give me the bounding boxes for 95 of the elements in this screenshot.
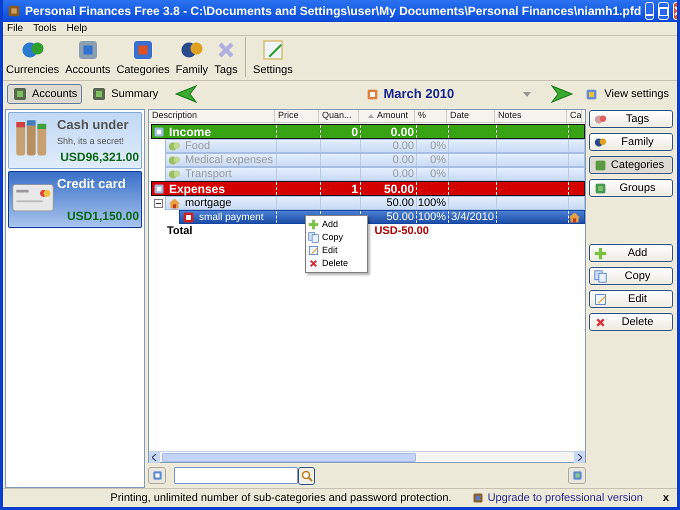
sidebar-button[interactable]: Add — [589, 244, 673, 262]
hide-panel-icon[interactable] — [568, 467, 586, 484]
toolbar-button[interactable]: Family — [172, 38, 212, 78]
period-label: March 2010 — [383, 85, 454, 104]
column-header[interactable]: Quan... — [319, 110, 359, 122]
collapse-icon[interactable] — [154, 198, 162, 208]
category-label: Transport — [185, 166, 232, 182]
category-label: Medical expenses — [185, 152, 274, 168]
toolbar-button[interactable]: Settings — [250, 38, 296, 78]
category-label: mortgage — [185, 196, 232, 211]
sidebar-button[interactable]: Family — [589, 133, 673, 151]
sidebar-button[interactable]: Tags — [589, 110, 673, 128]
dropdown-icon[interactable] — [523, 92, 532, 96]
edit-icon — [594, 292, 607, 306]
menu-item[interactable]: File — [7, 21, 24, 36]
column-header[interactable]: Amount — [359, 110, 415, 122]
app-icon — [7, 4, 21, 18]
category-label: Food — [185, 138, 210, 154]
view-settings-button[interactable]: View settings — [585, 86, 669, 102]
scroll-right-icon[interactable] — [574, 452, 585, 462]
window-title: Personal Finances Free 3.8 - C:\Documents and Settings\user\My Documents\Personal Finances\niamh1.pfd — [25, 3, 642, 20]
house-icon — [168, 196, 181, 210]
group-row[interactable]: Expenses 1 50.00 — [151, 181, 585, 196]
promo-text: Printing, unlimited number of sub-categories and password protection. — [110, 490, 452, 506]
horizontal-scrollbar[interactable] — [149, 451, 585, 462]
next-arrow-icon[interactable] — [551, 85, 574, 103]
scroll-thumb[interactable] — [162, 452, 416, 462]
account-card[interactable]: Credit card USD1,150.00 — [8, 171, 142, 228]
menu-item[interactable]: Help — [66, 21, 88, 36]
upgrade-link[interactable]: Upgrade to professional version — [488, 490, 643, 506]
account-card[interactable]: Cash under Shh, its a secret! USD96,321.00 — [8, 112, 142, 169]
view-tab[interactable]: Accounts — [7, 84, 82, 104]
table-cell-text: 50.00 — [386, 210, 414, 225]
category-label: Income — [169, 124, 212, 140]
account-balance: USD1,150.00 — [66, 208, 139, 225]
category-label: Expenses — [169, 180, 226, 198]
table-cell-text: 50.00 — [386, 196, 414, 211]
table-cell-text: 100% — [418, 210, 446, 225]
toolbar-button[interactable]: Accounts — [62, 38, 114, 78]
menu-item[interactable]: Tools — [33, 21, 56, 36]
toolbar-button[interactable]: Categories — [113, 38, 173, 78]
menu-item[interactable]: Edit — [306, 244, 367, 257]
account-name: Cash under — [57, 116, 130, 134]
category-label: small payment — [199, 210, 264, 224]
sidebar-button[interactable]: Groups — [589, 179, 673, 197]
copy-icon — [594, 270, 607, 282]
table-cell-text: 50.00 — [384, 180, 414, 198]
table-cell-text: 0.00 — [390, 124, 414, 140]
table-cell-text: 0.00 — [392, 138, 414, 154]
column-header[interactable]: % — [415, 110, 447, 122]
sidebar-button[interactable]: Edit — [589, 290, 673, 308]
table-cell-text: 0.00 — [392, 166, 414, 182]
table-cell-text: 1 — [351, 180, 358, 198]
add-icon — [594, 246, 607, 260]
search-icon[interactable] — [298, 466, 315, 484]
show-panel-icon[interactable] — [148, 467, 166, 484]
menu-item[interactable]: Delete — [306, 257, 367, 270]
menu-item[interactable]: Copy — [306, 231, 367, 244]
account-balance: USD96,321.00 — [60, 149, 139, 166]
view-tab[interactable]: Summary — [86, 84, 164, 104]
toolbar-button[interactable]: Tags — [211, 38, 242, 78]
account-note: Shh, its a secret! — [57, 134, 126, 148]
category-row[interactable]: mortgage 50.00 100% — [165, 196, 585, 210]
panel-icon — [152, 470, 162, 481]
house-icon — [568, 210, 581, 224]
edit-icon — [308, 245, 319, 256]
table-cell-text: 100% — [418, 196, 446, 211]
total-value: USD-50.00 — [374, 224, 429, 239]
table-cell-text: 0% — [430, 166, 446, 182]
box-icon — [472, 492, 484, 504]
close-promo-button[interactable]: x — [662, 490, 669, 506]
search-field[interactable] — [174, 466, 298, 484]
scroll-left-icon[interactable] — [149, 452, 160, 462]
column-header[interactable]: Notes — [495, 110, 567, 122]
sort-icon — [368, 114, 374, 118]
total-label: Total — [167, 224, 192, 239]
sidebar-button[interactable]: Copy — [589, 267, 673, 285]
panel-icon — [572, 470, 582, 481]
table-cell-text: 0% — [430, 152, 446, 168]
account-name: Credit card — [57, 175, 127, 193]
copy-icon — [308, 232, 319, 243]
column-header[interactable]: Date — [447, 110, 495, 122]
toolbar-button[interactable]: Currencies — [3, 38, 62, 78]
column-header[interactable]: Description — [149, 110, 275, 122]
delete-icon — [308, 258, 319, 269]
sidebar-button[interactable]: Delete — [589, 313, 673, 331]
column-header[interactable]: Price — [275, 110, 319, 122]
table-cell-text: 0% — [430, 138, 446, 154]
table-cell-text: 3/4/2010 — [451, 210, 494, 225]
previous-arrow-icon[interactable] — [175, 85, 198, 103]
delete-icon — [594, 316, 607, 328]
table-cell-text: 0.00 — [392, 152, 414, 168]
sidebar-button[interactable]: Categories — [589, 156, 673, 174]
add-icon — [308, 219, 319, 230]
table-cell-text: 0 — [351, 124, 358, 140]
